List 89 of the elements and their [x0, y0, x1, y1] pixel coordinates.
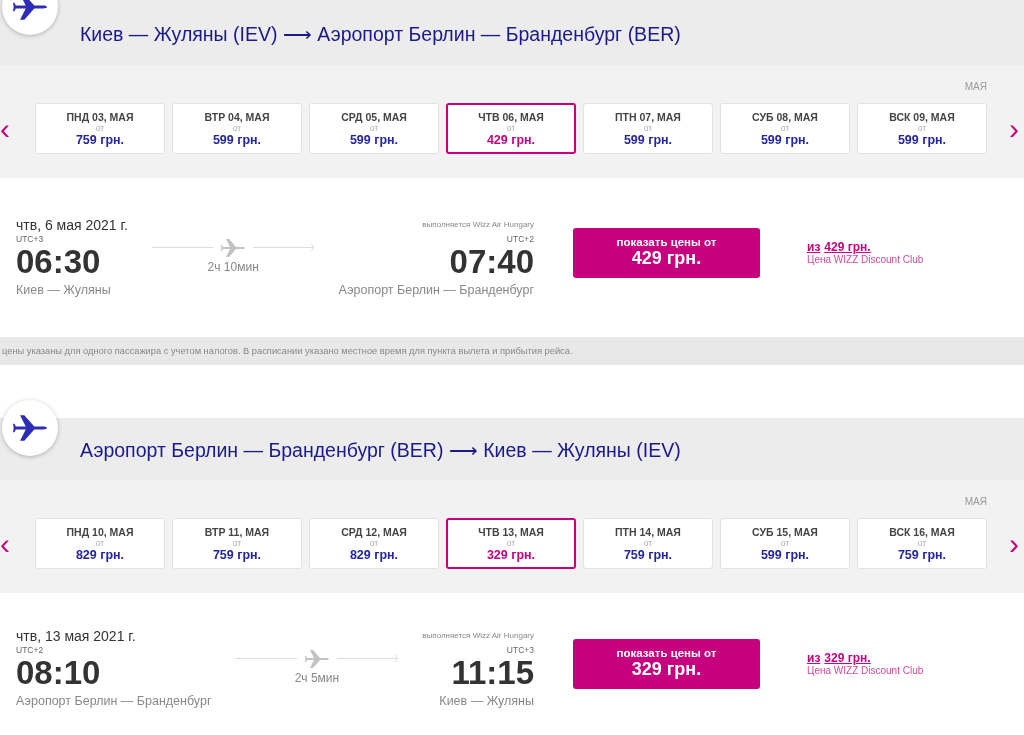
club-prefix-link[interactable]: из: [807, 240, 821, 254]
date-card[interactable]: ПНД 10, МАЯ от 829 грн.: [35, 518, 165, 569]
date-card[interactable]: ВСК 16, МАЯ от 759 грн.: [857, 518, 987, 569]
flight-duration: 2ч 10мин: [206, 259, 260, 274]
from-label: от: [780, 122, 790, 133]
date-card[interactable]: СУБ 08, МАЯ от 599 грн.: [720, 103, 850, 154]
day-price: 759 грн.: [75, 132, 125, 147]
show-prices-button[interactable]: показать цены от 429 грн.: [573, 227, 760, 278]
day-price: 429 грн.: [486, 132, 536, 147]
from-label: от: [917, 122, 927, 133]
day-price: 759 грн.: [623, 547, 673, 562]
club-price-link[interactable]: 429 грн.: [824, 240, 871, 254]
date-card[interactable]: ВСК 09, МАЯ от 599 грн.: [857, 103, 987, 154]
timezone-label: UTC+3: [16, 233, 45, 244]
date-card[interactable]: ПТН 14, МАЯ от 759 грн.: [583, 518, 713, 569]
day-price: 829 грн.: [349, 547, 399, 562]
from-label: от: [643, 537, 653, 548]
day-label: ВТР 04, МАЯ: [204, 110, 270, 123]
operator-label: выполняется Wizz Air Hungary: [422, 629, 534, 642]
day-label: СРД 12, МАЯ: [341, 525, 407, 538]
date-card[interactable]: ЧТВ 13, МАЯ от 329 грн.: [446, 518, 576, 569]
departure-time: 08:10: [16, 654, 102, 691]
day-price: 599 грн.: [897, 132, 947, 147]
date-card[interactable]: ВТР 11, МАЯ от 759 грн.: [172, 518, 302, 569]
flight-duration: 2ч 5мин: [293, 670, 341, 685]
day-label: ВСК 09, МАЯ: [889, 110, 955, 123]
club-label: Цена WIZZ Discount Club: [807, 665, 924, 676]
day-label: ПТН 07, МАЯ: [615, 110, 681, 123]
route-title: Аэропорт Берлин — Бранденбург (BER) ⟶ Киев — Жуляны (IEV): [80, 438, 681, 462]
from-label: от: [95, 122, 105, 133]
flight-date: чтв, 13 мая 2021 г.: [16, 626, 137, 645]
date-card[interactable]: СРД 05, МАЯ от 599 грн.: [309, 103, 439, 154]
arrival-time: 07:40: [449, 243, 534, 280]
flight-date: чтв, 6 мая 2021 г.: [16, 215, 128, 234]
day-price: 599 грн.: [212, 132, 262, 147]
arrival-airport: Аэропорт Берлин — Бранденбург: [338, 281, 534, 299]
departure-airport: Киев — Жуляны: [16, 281, 112, 299]
date-card[interactable]: СРД 12, МАЯ от 829 грн.: [309, 518, 439, 569]
day-label: СУБ 15, МАЯ: [752, 525, 818, 538]
from-label: от: [506, 122, 516, 133]
day-price: 599 грн.: [760, 132, 810, 147]
date-card[interactable]: СУБ 15, МАЯ от 599 грн.: [720, 518, 850, 569]
date-card[interactable]: ЧТВ 06, МАЯ от 429 грн.: [446, 103, 576, 154]
from-label: от: [232, 537, 242, 548]
month-label: МАЯ: [963, 495, 987, 509]
day-price: 759 грн.: [897, 547, 947, 562]
day-label: СРД 05, МАЯ: [341, 110, 407, 123]
day-label: ЧТВ 13, МАЯ: [478, 525, 544, 538]
arrow-line: [253, 243, 315, 252]
from-label: от: [95, 537, 105, 548]
day-label: ВТР 11, МАЯ: [204, 525, 270, 538]
operator-label: выполняется Wizz Air Hungary: [422, 218, 534, 231]
day-price: 599 грн.: [623, 132, 673, 147]
from-label: от: [780, 537, 790, 548]
departure-time: 06:30: [16, 243, 102, 280]
day-price: 759 грн.: [212, 547, 262, 562]
arrow-line: [336, 654, 399, 663]
day-price: 599 грн.: [760, 547, 810, 562]
day-label: ВСК 16, МАЯ: [889, 525, 955, 538]
day-price: 599 грн.: [349, 132, 399, 147]
club-prefix-link[interactable]: из: [807, 651, 821, 665]
price-note: цены указаны для одного пассажира с учетом налогов. В расписании указано местное время для пункта вылета и прибытия рейса.: [2, 346, 573, 356]
day-price: 829 грн.: [75, 547, 125, 562]
timezone-label: UTC+3: [506, 644, 534, 655]
club-label: Цена WIZZ Discount Club: [807, 254, 924, 265]
timezone-label: UTC+2: [506, 233, 534, 244]
club-price-link[interactable]: 329 грн.: [824, 651, 871, 665]
from-label: от: [917, 537, 927, 548]
month-label: МАЯ: [963, 80, 987, 94]
date-card[interactable]: ПТН 07, МАЯ от 599 грн.: [583, 103, 713, 154]
from-label: от: [643, 122, 653, 133]
arrival-airport: Киев — Жуляны: [439, 692, 534, 710]
show-prices-button[interactable]: показать цены от 329 грн.: [573, 638, 760, 689]
from-label: от: [369, 537, 379, 548]
route-title: Киев — Жуляны (IEV) ⟶ Аэропорт Берлин — Бранденбург (BER): [80, 23, 681, 46]
date-card[interactable]: ПНД 03, МАЯ от 759 грн.: [35, 103, 165, 154]
day-price: 329 грн.: [486, 547, 536, 562]
day-label: ПТН 14, МАЯ: [615, 525, 681, 538]
arrival-time: 11:15: [451, 654, 534, 691]
day-label: ПНД 10, МАЯ: [66, 525, 134, 538]
day-label: ПНД 03, МАЯ: [66, 110, 134, 123]
departure-airport: Аэропорт Берлин — Бранденбург: [16, 692, 212, 710]
date-card[interactable]: ВТР 04, МАЯ от 599 грн.: [172, 103, 302, 154]
from-label: от: [506, 537, 516, 548]
day-label: СУБ 08, МАЯ: [752, 110, 818, 123]
day-label: ЧТВ 06, МАЯ: [478, 110, 544, 123]
from-label: от: [369, 122, 379, 133]
timezone-label: UTC+2: [16, 644, 45, 655]
from-label: от: [232, 122, 242, 133]
